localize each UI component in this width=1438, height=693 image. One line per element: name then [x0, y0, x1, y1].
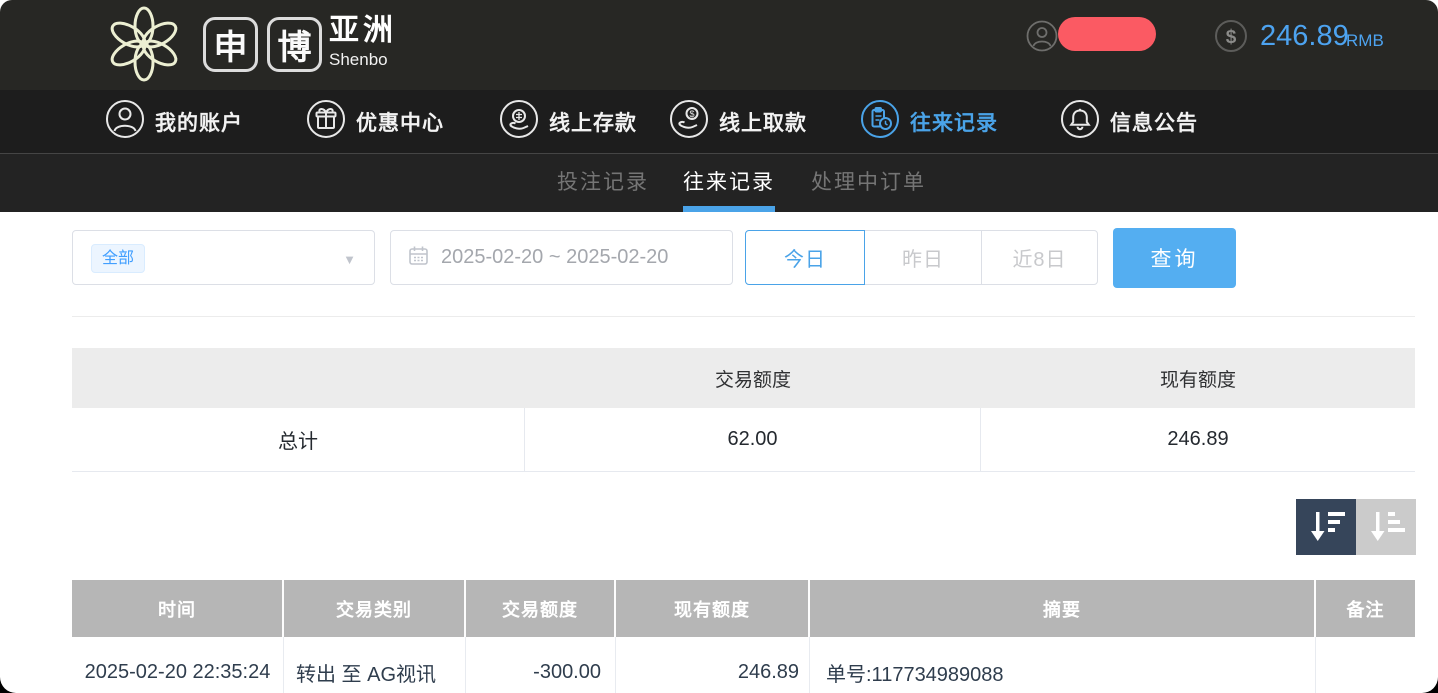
logo-text: 亚洲 Shenbo: [329, 15, 397, 70]
summary-transaction-amount: 62.00: [525, 408, 981, 471]
flower-logo-icon: [100, 2, 188, 91]
logo-char: 申: [214, 20, 248, 69]
sort-buttons: [1296, 499, 1416, 555]
summary-header-row: 交易额度 现有额度: [72, 348, 1415, 408]
record-balance: 246.89: [616, 637, 810, 693]
withdraw-icon: $: [669, 99, 709, 144]
main-nav: 我的账户 优惠中心: [0, 90, 1438, 153]
records-header-type: 交易类别: [284, 580, 466, 637]
summary-table: 交易额度 现有额度 总计 62.00 246.89: [72, 348, 1415, 472]
svg-text:$: $: [1226, 27, 1237, 48]
dollar-coin-icon: $: [1214, 19, 1248, 58]
sort-ascending-button[interactable]: [1356, 499, 1416, 555]
user-avatar-icon[interactable]: [1026, 20, 1058, 57]
deposit-icon: [499, 99, 539, 144]
record-note: [1316, 637, 1415, 693]
records-header-balance: 现有额度: [616, 580, 810, 637]
summary-current-balance: 246.89: [981, 408, 1415, 471]
summary-header-empty: [72, 348, 525, 408]
today-button[interactable]: 今日: [745, 230, 865, 285]
records-header-note: 备注: [1316, 580, 1415, 637]
logo-char-box-shen: 申: [203, 17, 258, 72]
nav-item-my-account[interactable]: 我的账户: [105, 90, 243, 153]
masked-username[interactable]: [1058, 17, 1156, 51]
section-divider: [72, 316, 1415, 317]
nav-item-withdraw[interactable]: $ 线上取款: [669, 90, 807, 153]
rounded-corner-bottom-right: [1422, 677, 1438, 693]
tab-pending-orders[interactable]: 处理中订单: [811, 154, 926, 212]
tab-transaction-records[interactable]: 往来记录: [683, 154, 775, 212]
chevron-down-icon: ▼: [343, 252, 356, 267]
table-row: 2025-02-20 22:35:24 转出 至 AG视讯 -300.00 24…: [72, 637, 1415, 693]
nav-item-promotions[interactable]: 优惠中心: [306, 90, 444, 153]
calendar-icon: [408, 245, 429, 271]
balance-amount: 246.89: [1260, 20, 1349, 53]
nav-item-announcements[interactable]: 信息公告: [1060, 90, 1198, 153]
top-header: 申 博 亚洲 Shenbo $ 246.89 RMB: [0, 0, 1438, 90]
sub-tab-bar: 投注记录 往来记录 处理中订单: [0, 153, 1438, 212]
date-range-value: 2025-02-20 ~ 2025-02-20: [441, 246, 668, 269]
quick-range-group: 今日 昨日 近8日: [745, 230, 1098, 285]
transaction-records-page: 申 博 亚洲 Shenbo $ 246.89 RMB: [0, 0, 1438, 693]
nav-label: 我的账户: [155, 107, 243, 137]
bell-icon: [1060, 99, 1100, 144]
summary-total-label: 总计: [72, 408, 525, 471]
logo-char: 博: [278, 20, 312, 69]
record-time: 2025-02-20 22:35:24: [72, 637, 284, 693]
summary-header-current-balance: 现有额度: [981, 348, 1415, 408]
logo-char-box-bo: 博: [267, 17, 322, 72]
nav-label: 信息公告: [1110, 107, 1198, 137]
record-type: 转出 至 AG视讯: [284, 637, 466, 693]
records-header-row: 时间 交易类别 交易额度 现有额度 摘要 备注: [72, 580, 1415, 637]
records-icon: [860, 99, 900, 144]
tab-betting-records[interactable]: 投注记录: [557, 154, 649, 212]
user-icon: [105, 99, 145, 144]
record-amount: -300.00: [466, 637, 616, 693]
svg-text:$: $: [689, 109, 694, 119]
last-8-days-button[interactable]: 近8日: [981, 230, 1098, 285]
record-summary: 单号:117734989088: [810, 637, 1316, 693]
records-header-amount: 交易额度: [466, 580, 616, 637]
sort-descending-button[interactable]: [1296, 499, 1356, 555]
selected-type-tag: 全部: [91, 244, 145, 273]
yesterday-button[interactable]: 昨日: [864, 230, 982, 285]
summary-total-row: 总计 62.00 246.89: [72, 408, 1415, 472]
records-header-time: 时间: [72, 580, 284, 637]
nav-item-transaction-records[interactable]: 往来记录: [860, 90, 998, 153]
nav-label: 优惠中心: [356, 107, 444, 137]
logo-subtitle-text: Shenbo: [329, 50, 397, 70]
gift-icon: [306, 99, 346, 144]
rounded-corner-bottom-left: [0, 677, 16, 693]
nav-label: 线上存款: [549, 107, 637, 137]
search-button[interactable]: 查询: [1113, 228, 1236, 288]
records-header-summary: 摘要: [810, 580, 1316, 637]
balance-currency: RMB: [1346, 31, 1384, 51]
nav-label: 往来记录: [910, 107, 998, 137]
transaction-type-select[interactable]: 全部 ▼: [72, 230, 375, 285]
nav-label: 线上取款: [719, 107, 807, 137]
date-range-input[interactable]: 2025-02-20 ~ 2025-02-20: [390, 230, 733, 285]
nav-item-deposit[interactable]: 线上存款: [499, 90, 637, 153]
summary-header-transaction-amount: 交易额度: [525, 348, 981, 408]
records-table: 时间 交易类别 交易额度 现有额度 摘要 备注 2025-02-20 22:35…: [72, 580, 1415, 693]
logo-region-text: 亚洲: [329, 15, 397, 47]
